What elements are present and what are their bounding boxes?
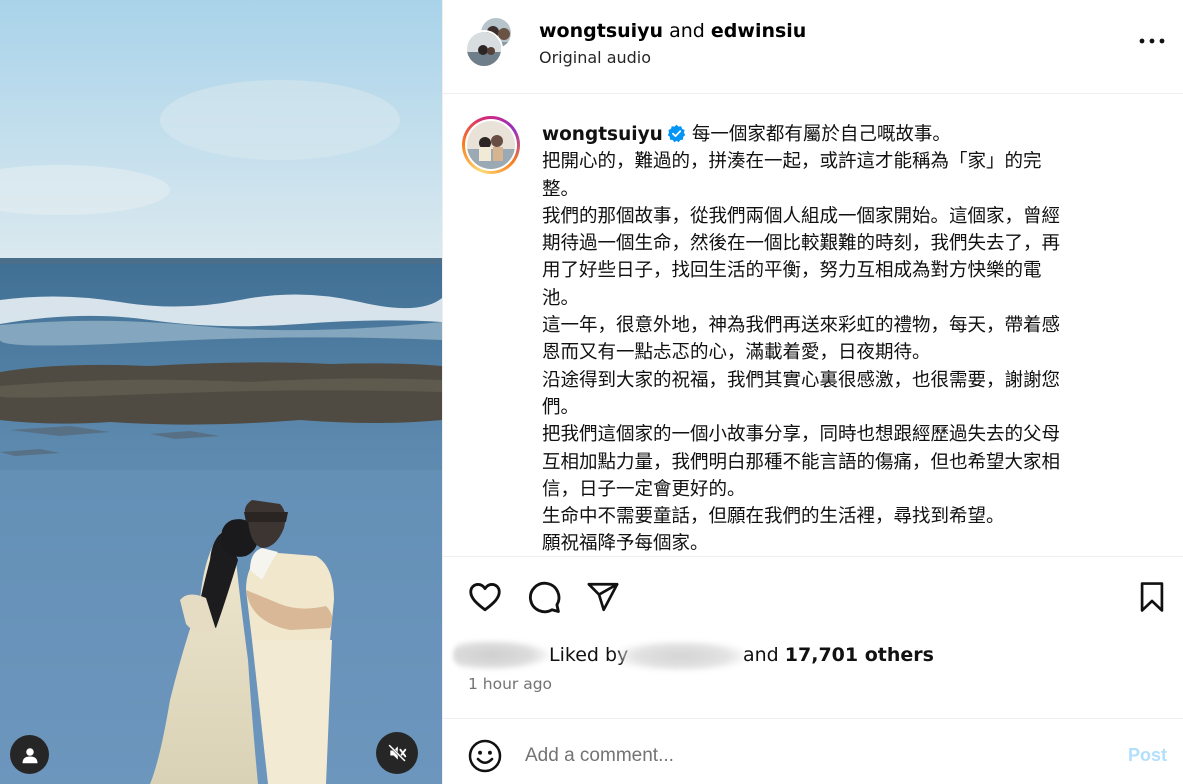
heart-icon xyxy=(469,582,501,612)
caption-line: 用了好些日子，找回生活的平衡，努力互相成為對方快樂的電 xyxy=(542,260,1042,282)
collab-names: wongtsuiyu and edwinsiu xyxy=(539,19,806,43)
liker-name-blurred xyxy=(617,641,745,671)
speaker-muted-icon xyxy=(388,744,407,762)
caption-line: 整。 xyxy=(542,178,580,200)
liker-avatars-blurred xyxy=(453,640,549,670)
verified-badge-icon xyxy=(667,124,686,143)
caption-line: 把我們這個家的一個小故事分享，同時也想跟經歷過失去的父母 xyxy=(542,424,1061,446)
caption-line-first: wongtsuiyu 每一個家都有屬於自己嘅故事。 xyxy=(542,121,1134,148)
caption-line: 互相加點力量，我們明白那種不能言語的傷痛，但也希望大家相 xyxy=(542,451,1061,473)
caption-username[interactable]: wongtsuiyu xyxy=(542,124,663,145)
post-comment-button[interactable]: Post xyxy=(1128,745,1167,766)
caption-line: 期待過一個生命，然後在一個比較艱難的時刻，我們失去了，再 xyxy=(542,233,1061,255)
caption-line: 我們的那個故事，從我們兩個人組成一個家開始。這個家，曾經 xyxy=(542,205,1061,227)
names-joiner: and xyxy=(663,20,711,42)
comment-input[interactable] xyxy=(525,741,1085,771)
caption-line: 信，日子一定會更好的。 xyxy=(542,478,746,500)
avatar xyxy=(467,121,515,169)
likes-and-text: and xyxy=(743,644,785,666)
caption-text: wongtsuiyu 每一個家都有屬於自己嘅故事。 把開心的，難過的，拼湊在一起，… xyxy=(542,121,1134,556)
more-horizontal-icon[interactable] xyxy=(1137,28,1167,54)
post-media[interactable] xyxy=(0,0,442,784)
caption-line: 沿途得到大家的祝福，我們其實心裏很感激，也很需要，謝謝您 xyxy=(542,369,1061,391)
likes-others: and 17,701 others xyxy=(743,643,934,667)
caption-line: 把開心的，難過的，拼湊在一起，或許這才能稱為「家」的完 xyxy=(542,151,1042,173)
comment-icon xyxy=(528,581,561,614)
post-details-panel: wongtsuiyu and edwinsiu Original audio w… xyxy=(442,0,1183,784)
likes-count-link[interactable]: 17,701 others xyxy=(785,644,934,666)
mute-toggle-button[interactable] xyxy=(376,732,418,774)
username-link[interactable]: edwinsiu xyxy=(711,20,806,42)
caption-line: 願祝福降予每個家。 xyxy=(542,533,709,555)
caption-line: 們。 xyxy=(542,396,580,418)
caption-line: 這一年，很意外地，神為我們再送來彩虹的禮物，每天，帶着感 xyxy=(542,315,1061,337)
save-button[interactable] xyxy=(1133,578,1171,616)
user-tag-icon xyxy=(22,747,37,763)
caption-line: 生命中不需要童話，但願在我們的生活裡，尋找到希望。 xyxy=(542,506,1005,528)
share-button[interactable] xyxy=(584,578,622,616)
post-timestamp[interactable]: 1 hour ago xyxy=(468,673,552,695)
beach-couple-photo xyxy=(0,0,442,784)
comment-button[interactable] xyxy=(525,578,563,616)
collab-avatars[interactable] xyxy=(465,16,519,70)
share-icon xyxy=(587,582,619,612)
avatar[interactable] xyxy=(465,30,503,68)
caption-line: 恩而又有一點忐忑的心，滿載着愛，日夜期待。 xyxy=(542,342,931,364)
like-button[interactable] xyxy=(466,578,504,616)
username-link[interactable]: wongtsuiyu xyxy=(539,20,663,42)
action-bar xyxy=(443,558,1183,638)
likes-summary[interactable]: Liked by and 17,701 others xyxy=(443,640,1183,672)
caption-line: 每一個家都有屬於自己嘅故事。 xyxy=(691,124,951,145)
comment-bar: Post xyxy=(443,718,1183,784)
story-ring-avatar[interactable] xyxy=(462,116,520,174)
audio-link[interactable]: Original audio xyxy=(539,47,651,69)
post-header: wongtsuiyu and edwinsiu Original audio xyxy=(443,0,1183,94)
bookmark-icon xyxy=(1140,582,1164,612)
emoji-icon[interactable] xyxy=(467,738,503,774)
caption-section[interactable]: wongtsuiyu 每一個家都有屬於自己嘅故事。 把開心的，難過的，拼湊在一起，… xyxy=(443,95,1183,557)
user-tag-button[interactable] xyxy=(10,735,49,774)
caption-line: 池。 xyxy=(542,287,580,309)
